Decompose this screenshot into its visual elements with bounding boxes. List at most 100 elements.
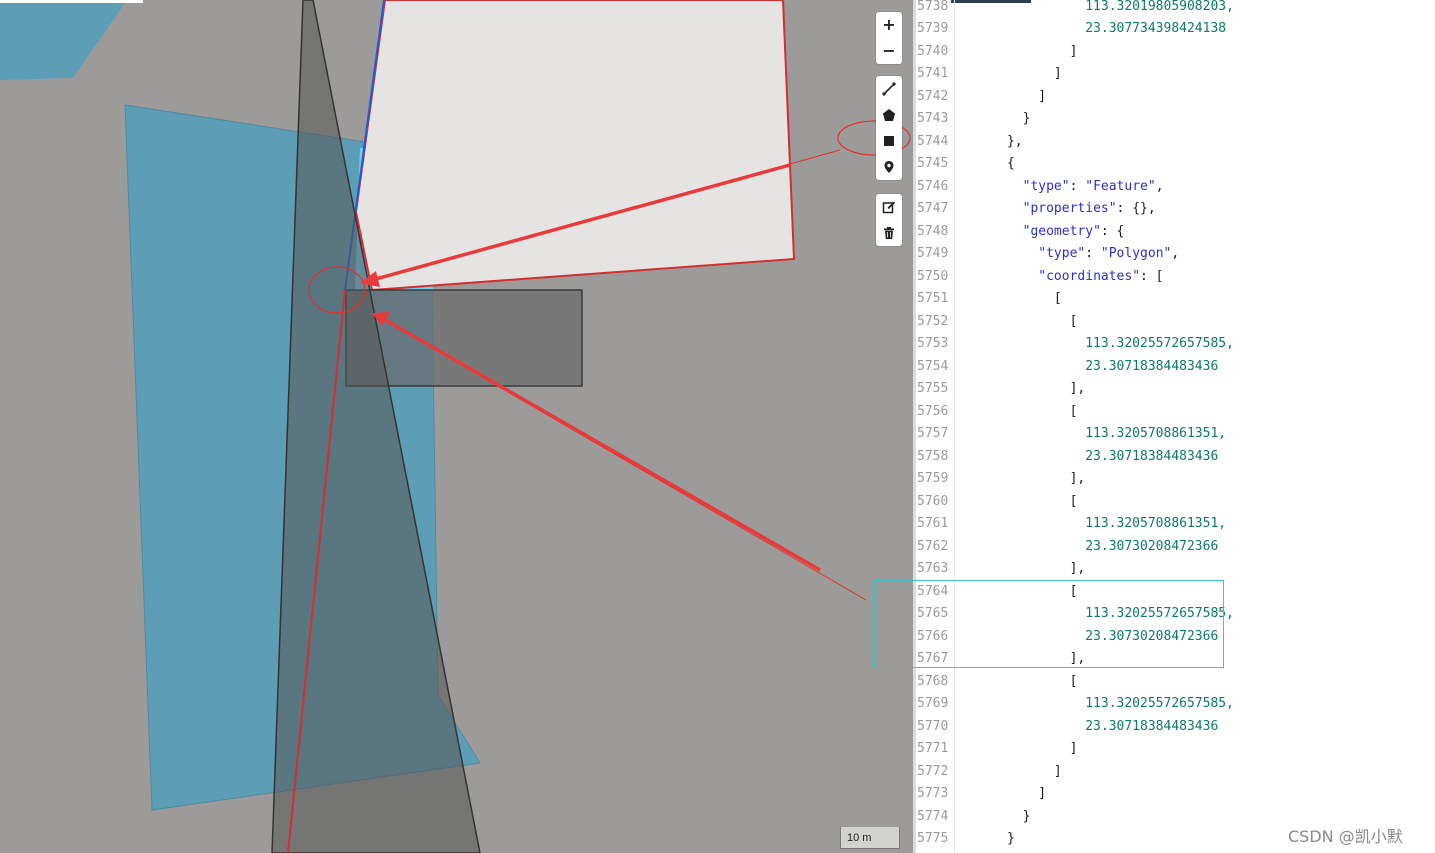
line-number: 5759 (917, 471, 949, 486)
code-text: 23.30730208472366 (960, 536, 1218, 559)
code-line[interactable]: 5761 113.3205708861351, (913, 513, 1433, 536)
code-line[interactable]: 5755 ], (913, 378, 1433, 401)
edit-controls (876, 194, 902, 246)
code-line[interactable]: 5773 ] (913, 783, 1433, 806)
code-token: : (1069, 178, 1086, 194)
code-token: ], (960, 381, 1086, 396)
zoom-out-button[interactable]: − (876, 38, 902, 64)
code-line[interactable]: 5770 23.30718384483436 (913, 716, 1433, 739)
code-line[interactable]: 5764 [ (913, 581, 1433, 604)
code-text: [ (960, 671, 1078, 694)
code-text: { (960, 153, 1015, 176)
code-token: 113.32025572657585, (960, 606, 1234, 621)
code-line[interactable]: 5741 ] (913, 63, 1433, 86)
line-number: 5770 (917, 718, 949, 734)
map-canvas[interactable]: + − 10 m (0, 0, 913, 853)
code-line[interactable]: 5768 [ (913, 671, 1433, 694)
code-text: "geometry": { (960, 221, 1125, 244)
code-line[interactable]: 5763 ], (913, 558, 1433, 581)
code-line[interactable]: 5752 [ (913, 311, 1433, 334)
line-number: 5741 (917, 66, 949, 81)
code-text: 113.32025572657585, (960, 333, 1234, 356)
code-token: : { (1100, 223, 1125, 239)
code-line[interactable]: 5756 [ (913, 401, 1433, 424)
line-number: 5750 (917, 268, 949, 284)
code-token: ], (960, 651, 1086, 666)
code-token: [ (960, 291, 1062, 306)
code-token: "geometry" (1022, 223, 1101, 239)
code-token: ] (960, 741, 1078, 756)
draw-line-button[interactable] (876, 76, 902, 102)
code-text: ], (960, 558, 1086, 581)
code-text: } (960, 108, 1031, 131)
draw-point-button[interactable] (876, 154, 902, 180)
code-text: ], (960, 378, 1086, 401)
code-token: ] (960, 763, 1062, 779)
draw-rectangle-button[interactable] (876, 128, 902, 154)
code-line[interactable]: 5739 23.307734398424138 (913, 18, 1433, 41)
code-token: { (960, 156, 1015, 171)
code-token: } (960, 111, 1031, 126)
code-text: 113.32025572657585, (960, 603, 1234, 626)
line-number: 5745 (917, 156, 949, 171)
code-line[interactable]: 5751 [ (913, 288, 1433, 311)
trash-icon (884, 227, 894, 239)
code-line[interactable]: 5772 ] (913, 761, 1433, 784)
code-line[interactable]: 5748 "geometry": { (913, 221, 1433, 244)
code-text: [ (960, 311, 1078, 334)
code-line[interactable]: 5746 "type": "Feature", (913, 176, 1433, 199)
code-line[interactable]: 5749 "type": "Polygon", (913, 243, 1433, 266)
code-token: 23.30718384483436 (960, 448, 1219, 464)
code-line[interactable]: 5747 "properties": {}, (913, 198, 1433, 221)
code-token: 23.30718384483436 (960, 718, 1219, 734)
code-text: "type": "Polygon", (960, 243, 1179, 266)
code-text: 113.32019805908203, (960, 0, 1234, 18)
code-line[interactable]: 5742 ] (913, 86, 1433, 109)
trash-button[interactable] (876, 220, 902, 246)
draw-polygon-button[interactable] (876, 102, 902, 128)
line-number: 5774 (917, 808, 949, 824)
code-line[interactable]: 5744 }, (913, 131, 1433, 154)
code-line[interactable]: 5765 113.32025572657585, (913, 603, 1433, 626)
code-token: "type" (1038, 246, 1086, 261)
code-line[interactable]: 5766 23.30730208472366 (913, 626, 1433, 649)
code-line[interactable]: 5745 { (913, 153, 1433, 176)
code-line[interactable]: 5743 } (913, 108, 1433, 131)
code-text: ] (960, 63, 1062, 86)
code-line[interactable]: 5769 113.32025572657585, (913, 693, 1433, 716)
code-token: [ (960, 583, 1078, 599)
code-line[interactable]: 5758 23.30718384483436 (913, 446, 1433, 469)
code-text: 113.32025572657585, (960, 693, 1234, 716)
code-line[interactable]: 5740 ] (913, 41, 1433, 64)
draw-polygon-icon (883, 109, 895, 121)
edit-button[interactable] (876, 194, 902, 220)
code-line[interactable]: 5767 ], (913, 648, 1433, 671)
map-polygon-white[interactable] (354, 0, 796, 292)
code-line[interactable]: 5759 ], (913, 468, 1433, 491)
code-token: , (1155, 178, 1164, 194)
code-token: 113.32025572657585, (960, 696, 1234, 711)
code-line[interactable]: 5757 113.3205708861351, (913, 423, 1433, 446)
code-line[interactable]: 5753 113.32025572657585, (913, 333, 1433, 356)
code-line[interactable]: 5750 "coordinates": [ (913, 266, 1433, 289)
line-number: 5767 (917, 651, 949, 666)
code-token: "properties" (1022, 201, 1117, 216)
code-line[interactable]: 5754 23.30718384483436 (913, 356, 1433, 379)
line-number: 5752 (917, 313, 949, 329)
code-line[interactable]: 5738 113.32019805908203, (913, 0, 1433, 18)
code-editor[interactable]: 5738 113.32019805908203, 5739 23.30773439… (913, 0, 1435, 853)
map-polygon-topleft[interactable] (0, 0, 127, 80)
zoom-in-button[interactable]: + (876, 12, 902, 38)
code-line[interactable]: 5762 23.30730208472366 (913, 536, 1433, 559)
code-token: 23.30718384483436 (960, 358, 1219, 374)
code-token: "type" (1022, 178, 1070, 194)
code-token: 23.30730208472366 (960, 538, 1219, 554)
line-number: 5754 (917, 358, 949, 374)
code-line[interactable]: 5760 [ (913, 491, 1433, 514)
zoom-in-icon: + (882, 15, 896, 34)
line-number: 5773 (917, 786, 949, 801)
code-line[interactable]: 5771 ] (913, 738, 1433, 761)
